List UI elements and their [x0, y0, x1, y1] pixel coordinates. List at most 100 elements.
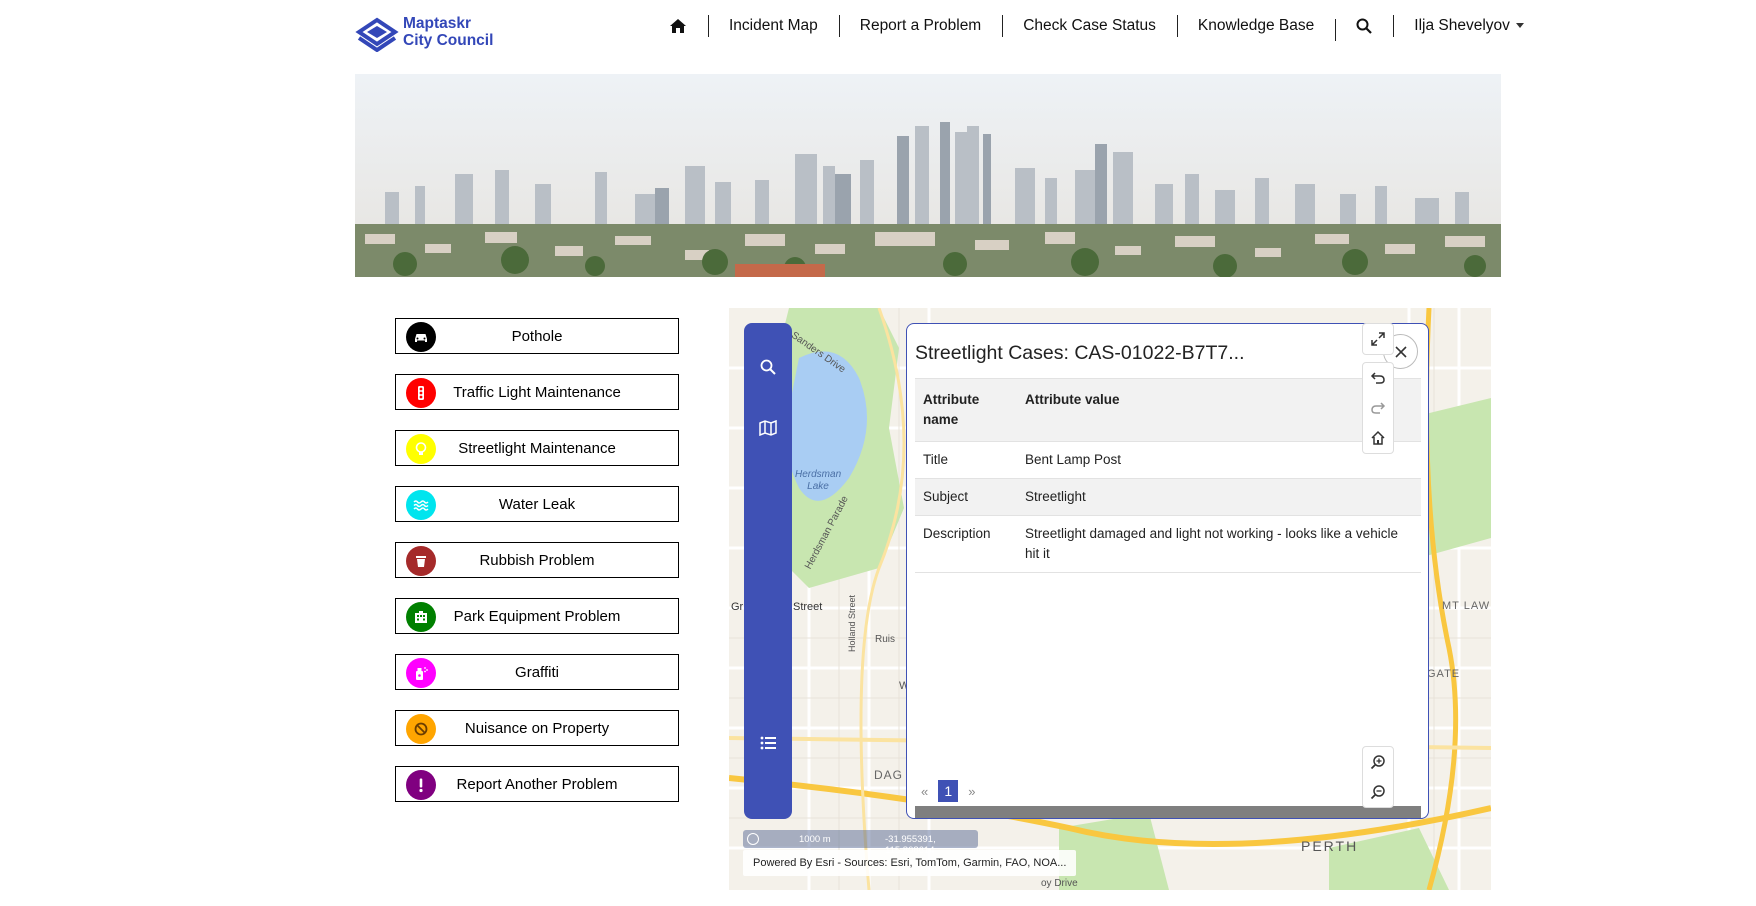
user-name: Ilja Shevelyov	[1414, 17, 1510, 34]
map-label: Street	[793, 601, 823, 613]
category-label: Pothole	[511, 327, 563, 345]
car-icon	[406, 322, 436, 352]
attribute-name: Subject	[923, 489, 969, 504]
ban-icon	[406, 714, 436, 744]
map-search-button[interactable]	[756, 355, 780, 379]
nav-report-problem[interactable]: Report a Problem	[838, 14, 1002, 38]
map-attribution: Powered By Esri - Sources: Esri, TomTom,…	[743, 850, 1077, 876]
map-label: PERTH	[1301, 838, 1359, 854]
scale-bar: 1000 m -31.955391, 115.808614	[743, 830, 978, 856]
pager-next[interactable]: »	[968, 784, 975, 799]
user-menu[interactable]: Ilja Shevelyov	[1393, 14, 1545, 38]
category-pothole[interactable]: Pothole	[395, 318, 679, 354]
table-row: Subject Streetlight	[915, 478, 1421, 516]
category-graffiti[interactable]: Graffiti	[395, 654, 679, 690]
category-label: Water Leak	[498, 495, 576, 513]
city-skyline-image	[355, 74, 1501, 277]
category-nuisance[interactable]: Nuisance on Property	[395, 710, 679, 746]
attribute-name: Description	[923, 526, 991, 541]
map-list-button[interactable]	[756, 731, 780, 755]
pagination: « 1 »	[921, 780, 975, 802]
table-row: Description Streetlight damaged and ligh…	[915, 516, 1421, 573]
column-header: Attribute value	[1025, 392, 1120, 407]
category-park-equipment[interactable]: Park Equipment Problem	[395, 598, 679, 634]
category-label: Streetlight Maintenance	[458, 439, 616, 457]
nav-incident-map[interactable]: Incident Map	[708, 14, 839, 38]
category-label: Report Another Problem	[456, 775, 618, 793]
navigation-group	[1362, 362, 1394, 454]
top-nav: Incident Map Report a Problem Check Case…	[648, 14, 1545, 41]
attribute-value: Bent Lamp Post	[1025, 452, 1122, 467]
category-traffic-light[interactable]: Traffic Light Maintenance	[395, 374, 679, 410]
table-header-row: Attribute name Attribute value	[915, 378, 1421, 442]
site-logo[interactable]: Maptaskr City Council	[355, 12, 493, 52]
redo-button[interactable]	[1363, 393, 1393, 423]
category-streetlight[interactable]: Streetlight Maintenance	[395, 430, 679, 466]
fullscreen-group	[1362, 323, 1394, 355]
hero-banner	[355, 74, 1501, 277]
category-label: Park Equipment Problem	[453, 607, 621, 625]
scale-distance: 1000 m	[799, 834, 831, 845]
nav-knowledge-base[interactable]: Knowledge Base	[1176, 14, 1335, 38]
building-icon	[406, 602, 436, 632]
map-label: Holland Street	[847, 594, 857, 652]
redo-icon	[1371, 402, 1386, 414]
map-label: DAG	[874, 768, 904, 782]
category-label: Traffic Light Maintenance	[453, 383, 621, 401]
undo-button[interactable]	[1363, 363, 1393, 393]
water-icon	[406, 490, 436, 520]
undo-icon	[1370, 372, 1385, 384]
category-report-another[interactable]: Report Another Problem	[395, 766, 679, 802]
search-icon	[1356, 18, 1373, 34]
logo-text: Maptaskr City Council	[403, 15, 493, 49]
popup-title: Streetlight Cases: CAS-01022-B7T7...	[915, 342, 1245, 364]
feature-popup: Streetlight Cases: CAS-01022-B7T7... Att…	[906, 323, 1429, 819]
trash-icon	[406, 546, 436, 576]
spray-can-icon	[406, 658, 436, 688]
map-label: Ruis	[875, 634, 896, 645]
attribute-name: Title	[923, 452, 949, 467]
table-row: Title Bent Lamp Post	[915, 442, 1421, 479]
nav-home[interactable]	[648, 18, 708, 34]
pager-prev[interactable]: «	[921, 784, 928, 799]
home-extent-button[interactable]	[1363, 423, 1393, 453]
category-rubbish[interactable]: Rubbish Problem	[395, 542, 679, 578]
map-layers-button[interactable]	[756, 416, 780, 440]
zoom-out-icon	[1370, 785, 1385, 800]
nav-check-case-status[interactable]: Check Case Status	[1002, 14, 1177, 38]
logo-line1: Maptaskr	[403, 15, 472, 32]
attribute-value: Streetlight	[1025, 489, 1086, 504]
logo-line2: City Council	[403, 32, 494, 49]
attribute-value: Streetlight damaged and light not workin…	[1025, 526, 1398, 561]
problem-category-list: Pothole Traffic Light Maintenance Street…	[395, 318, 679, 822]
map-label: oy Drive	[1041, 878, 1078, 889]
category-label: Rubbish Problem	[479, 551, 595, 569]
nav-search[interactable]	[1335, 18, 1393, 41]
chevron-down-icon	[1515, 23, 1524, 29]
zoom-in-icon	[1370, 755, 1385, 770]
map-label: MT LAW	[1442, 600, 1491, 612]
category-label: Graffiti	[515, 663, 559, 681]
zoom-in-button[interactable]	[1363, 747, 1393, 777]
incident-map[interactable]: on Sanders Drive Herdsman Lake Herdsman …	[729, 308, 1491, 890]
search-icon	[760, 359, 776, 375]
category-label: Nuisance on Property	[464, 719, 610, 737]
traffic-light-icon	[406, 378, 436, 408]
home-icon	[670, 19, 686, 33]
zoom-out-button[interactable]	[1363, 777, 1393, 807]
map-label-lake: Herdsman Lake	[795, 469, 842, 492]
category-water-leak[interactable]: Water Leak	[395, 486, 679, 522]
map-label: GATE	[1427, 668, 1461, 680]
popup-scrollbar[interactable]	[915, 806, 1421, 818]
expand-icon	[1371, 332, 1385, 346]
zoom-group	[1362, 746, 1394, 808]
exclamation-icon	[406, 770, 436, 800]
attribute-table: Attribute name Attribute value Title Ben…	[915, 378, 1421, 573]
map-label: Gr	[731, 601, 744, 613]
map-sidebar	[744, 323, 792, 819]
fullscreen-button[interactable]	[1363, 324, 1393, 354]
map-icon	[759, 420, 777, 436]
list-icon	[760, 736, 776, 750]
pager-page[interactable]: 1	[938, 780, 959, 802]
close-icon	[1394, 345, 1407, 358]
